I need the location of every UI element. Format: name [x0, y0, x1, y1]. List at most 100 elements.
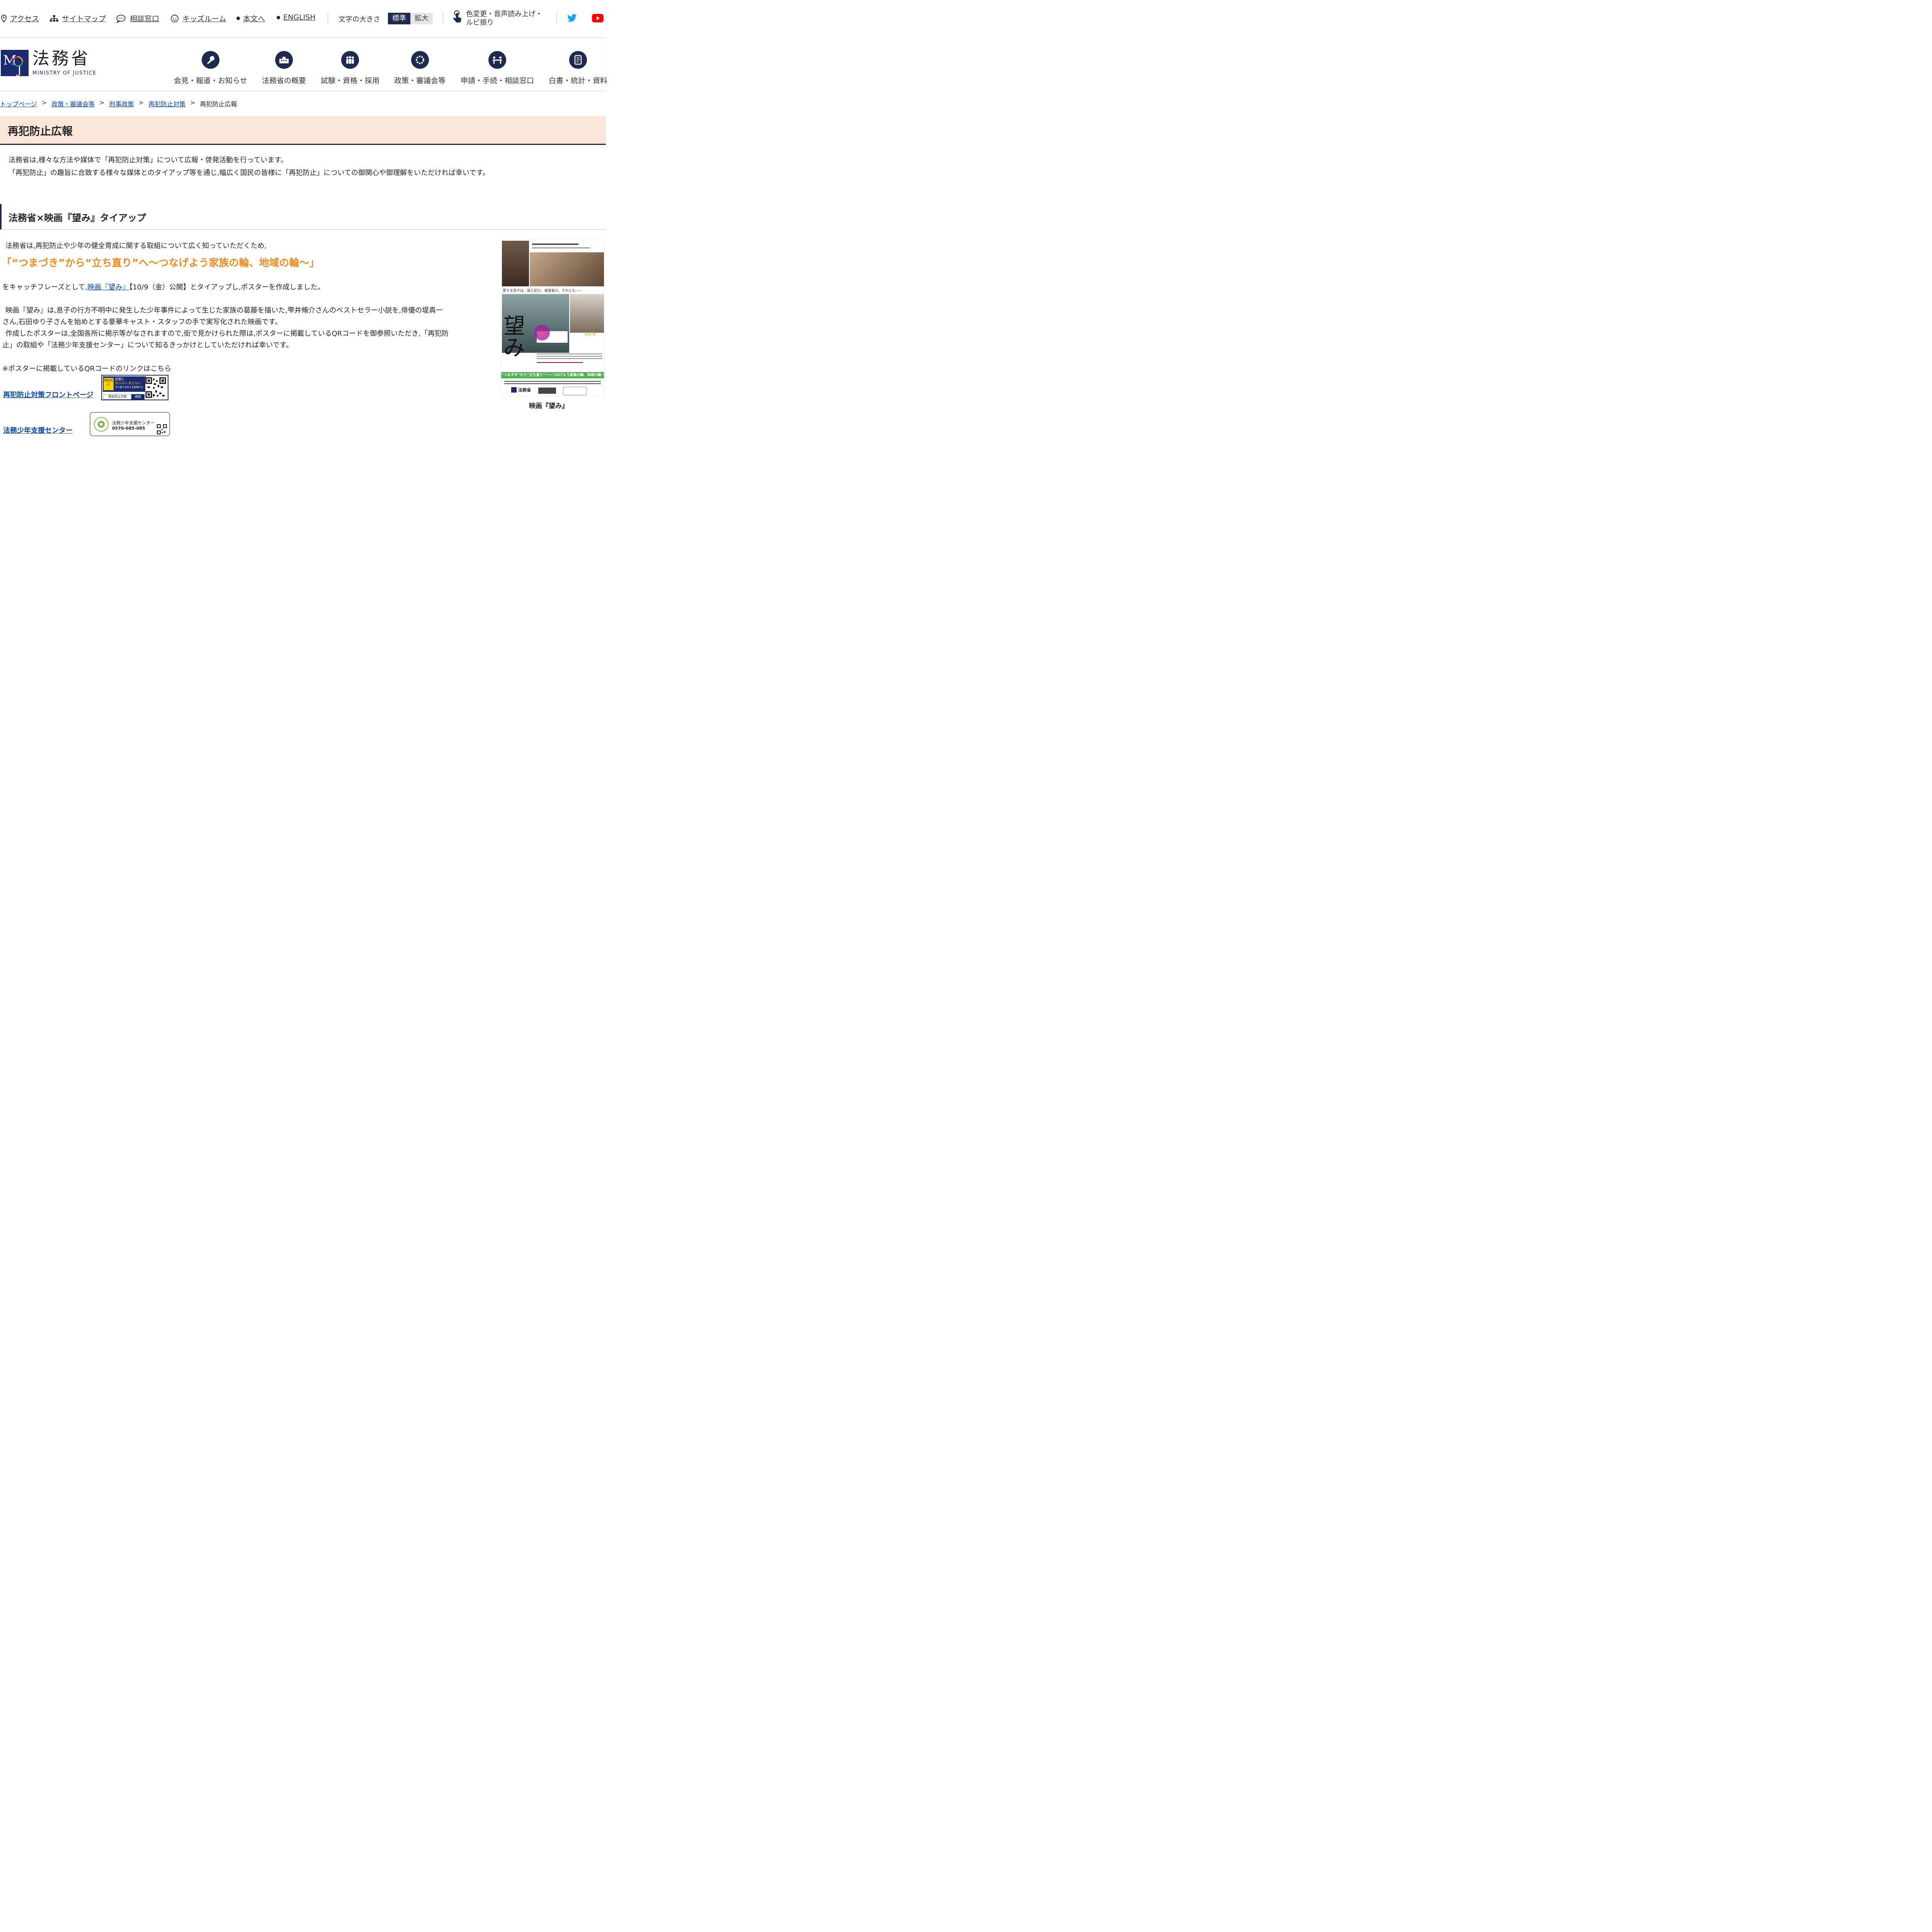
logo-title: 法務省	[32, 49, 90, 68]
text-size-large-button[interactable]: 拡大	[410, 13, 433, 24]
skip-to-content-label: 本文へ	[243, 15, 265, 23]
movie-link[interactable]: 映画『望み』	[87, 283, 129, 291]
support-banner-tel: 0570-085-085	[112, 426, 145, 431]
microphone-icon	[201, 51, 219, 69]
breadcrumb-separator: >	[190, 99, 196, 106]
nav-exams[interactable]: 試験・資格・採用	[321, 51, 379, 85]
tieup-paragraph: をキャッチフレーズとして,映画『望み』【10/9（金）公開】とタイアップし,ポス…	[2, 282, 324, 293]
people-icon	[341, 51, 359, 69]
text-size-standard-button[interactable]: 標準	[388, 13, 410, 24]
breadcrumb-separator: >	[41, 99, 47, 106]
poster-catchphrase-band: “つまずき”から“立ち直り”へ～つなげよう家族の輪、地域の輪～	[501, 372, 604, 378]
breadcrumb: トップページ > 政策・審議会等 > 刑事政策 > 再犯防止対策 > 再犯防止広…	[0, 99, 237, 108]
intro-line2: 「再犯防止」の趣旨に合致する様々な媒体とのタイアップ等を通じ,幅広く国民の皆様に…	[9, 169, 490, 177]
sitemap-label: サイトマップ	[62, 15, 106, 23]
qr-code-icon	[157, 424, 167, 434]
movie-description-line1: 映画『望み』は,息子の行方不明中に発生した少年事件によって生じた家族の葛藤を描い…	[5, 306, 443, 315]
poster-ministry-logo: 法務省	[511, 387, 531, 393]
utility-bar: アクセス サイトマップ 相談窓口 キッズルーム 本文へ ENGLISH 文字の大…	[0, 0, 606, 38]
breadcrumb-criminal-policy[interactable]: 刑事政策	[109, 99, 134, 108]
banner-text1: 犯罪に	[115, 378, 124, 381]
support-center-emblem-icon	[94, 417, 109, 432]
mj-emblem: M J	[1, 49, 29, 77]
nav-press-label: 会見・報道・お知らせ	[174, 77, 247, 85]
banner-search-field: 再犯防止対策	[104, 394, 131, 400]
breadcrumb-separator: >	[99, 99, 105, 106]
catchphrase: 「“つまづき”から“立ち直り”へ～つなげよう家族の輪、地域の輪～」	[2, 257, 320, 269]
skip-to-content-link[interactable]: 本文へ	[236, 13, 265, 24]
banner-text3: 立ち直りを支える地域の力	[115, 386, 143, 389]
access-label: アクセス	[10, 15, 39, 23]
mj-mini-emblem	[511, 387, 517, 393]
site-header: M J 法務省 MINISTRY OF JUSTICE 会見・報道・お知らせ 法…	[0, 38, 607, 91]
circle-ring-icon	[411, 51, 429, 69]
movie-description: 映画『望み』は,息子の行方不明中に発生した少年事件によって生じた家族の葛藤を描い…	[2, 305, 449, 351]
accessibility-tool-link[interactable]: 色変更・音声読み上げ・ ルビ振り	[452, 10, 551, 27]
poster-qr-strip	[538, 388, 556, 394]
nav-about[interactable]: 法務省の概要	[262, 51, 306, 85]
access-link[interactable]: アクセス	[1, 13, 39, 24]
tieup-post: 【10/9（金）公開】とタイアップし,ポスターを作成しました。	[129, 283, 325, 291]
movie-poster: 愛する息子は、殺人犯か、被害者か。それとも―― 望み 10.9 “つまずき”から…	[501, 240, 604, 396]
counter-service-icon	[488, 51, 506, 69]
site-logo[interactable]: M J 法務省 MINISTRY OF JUSTICE	[1, 49, 97, 77]
poster-photo-son	[502, 241, 529, 286]
poster-release-date: 10.9	[585, 331, 596, 337]
banner-badge: 再犯防止	[104, 378, 114, 390]
nav-policy-label: 政策・審議会等	[394, 77, 446, 85]
poster-support-badge	[563, 387, 587, 395]
building-icon	[275, 51, 293, 69]
sitemap-icon	[50, 15, 58, 22]
banner-search-button: 検索	[131, 394, 145, 400]
breadcrumb-policy[interactable]: 政策・審議会等	[51, 99, 95, 108]
banner-header: 再犯防止 犯罪に 戻らない 戻さない 立ち直りを支える地域の力	[103, 376, 146, 392]
poster-footer-text	[504, 380, 601, 384]
section-title: 法務省×映画『望み』タイアップ	[9, 213, 146, 223]
poster-title: 望み	[503, 314, 525, 361]
poster-credits	[537, 352, 602, 367]
nav-applications-label: 申請・手続・相談窓口	[461, 77, 534, 85]
breadcrumb-recidivism[interactable]: 再犯防止対策	[148, 99, 185, 108]
intro-line1: 法務省は,様々な方法や媒体で「再犯防止対策」について広報・啓発活動を行っています…	[9, 156, 288, 164]
breadcrumb-current: 再犯防止広報	[200, 100, 237, 108]
breadcrumb-top[interactable]: トップページ	[0, 99, 37, 108]
juvenile-support-banner[interactable]: 法務少年支援センター 0570-085-085	[90, 412, 170, 436]
poster-caption: 映画『望み』	[529, 402, 568, 410]
youtube-icon[interactable]	[592, 14, 604, 22]
qr-note: ※ポスターに掲載しているQRコードのリンクはこちら	[2, 365, 172, 373]
nav-press[interactable]: 会見・報道・お知らせ	[174, 51, 247, 85]
kids-face-icon	[171, 14, 179, 22]
poster-ministry-name: 法務省	[518, 388, 531, 393]
poster-description-line2: 止」の取組や「法務少年支援センター」について知るきっかけとしていただければ幸いで…	[2, 341, 293, 349]
nav-policy[interactable]: 政策・審議会等	[394, 51, 446, 85]
sitemap-link[interactable]: サイトマップ	[49, 13, 106, 24]
poster-cast-area	[530, 242, 603, 252]
recidivism-banner[interactable]: 再犯防止 犯罪に 戻らない 戻さない 立ち直りを支える地域の力 再犯防止対策 検…	[101, 375, 168, 400]
accessibility-tool-line2: ルビ振り	[466, 19, 494, 27]
section-heading: 法務省×映画『望み』タイアップ	[0, 204, 606, 230]
poster-tagline: 愛する息子は、殺人犯か、被害者か。それとも――	[503, 289, 583, 293]
nav-whitepapers[interactable]: 白書・統計・資料	[549, 51, 607, 85]
touch-hand-icon	[453, 10, 461, 22]
document-icon	[569, 51, 587, 69]
divider	[556, 13, 557, 24]
english-link[interactable]: ENGLISH	[277, 13, 315, 22]
nav-applications[interactable]: 申請・手続・相談窓口	[461, 51, 534, 85]
page-title-band: 再犯防止広報	[0, 116, 606, 145]
location-pin-icon	[1, 14, 7, 22]
kids-room-link[interactable]: キッズルーム	[170, 13, 226, 24]
mj-emblem-graphic: M J	[1, 49, 29, 77]
recidivism-front-page-link[interactable]: 再犯防止対策フロントページ	[3, 389, 94, 400]
chat-bubble-icon	[116, 14, 126, 23]
nav-about-label: 法務省の概要	[262, 77, 306, 85]
text-size-label: 文字の大きさ	[338, 15, 380, 24]
poster-paint-splash	[534, 325, 550, 340]
consultation-link[interactable]: 相談窓口	[116, 13, 159, 24]
nav-whitepapers-label: 白書・統計・資料	[549, 77, 608, 85]
juvenile-support-center-link[interactable]: 法務少年支援センター	[3, 425, 73, 435]
section-lead: 法務省は,再犯防止や少年の健全育成に関する取組について広く知っていただくため,	[5, 242, 267, 250]
twitter-icon[interactable]	[567, 14, 577, 22]
support-banner-title: 法務少年支援センター	[112, 420, 155, 425]
bullet-icon	[236, 17, 240, 20]
poster-photo-piano	[570, 294, 604, 333]
